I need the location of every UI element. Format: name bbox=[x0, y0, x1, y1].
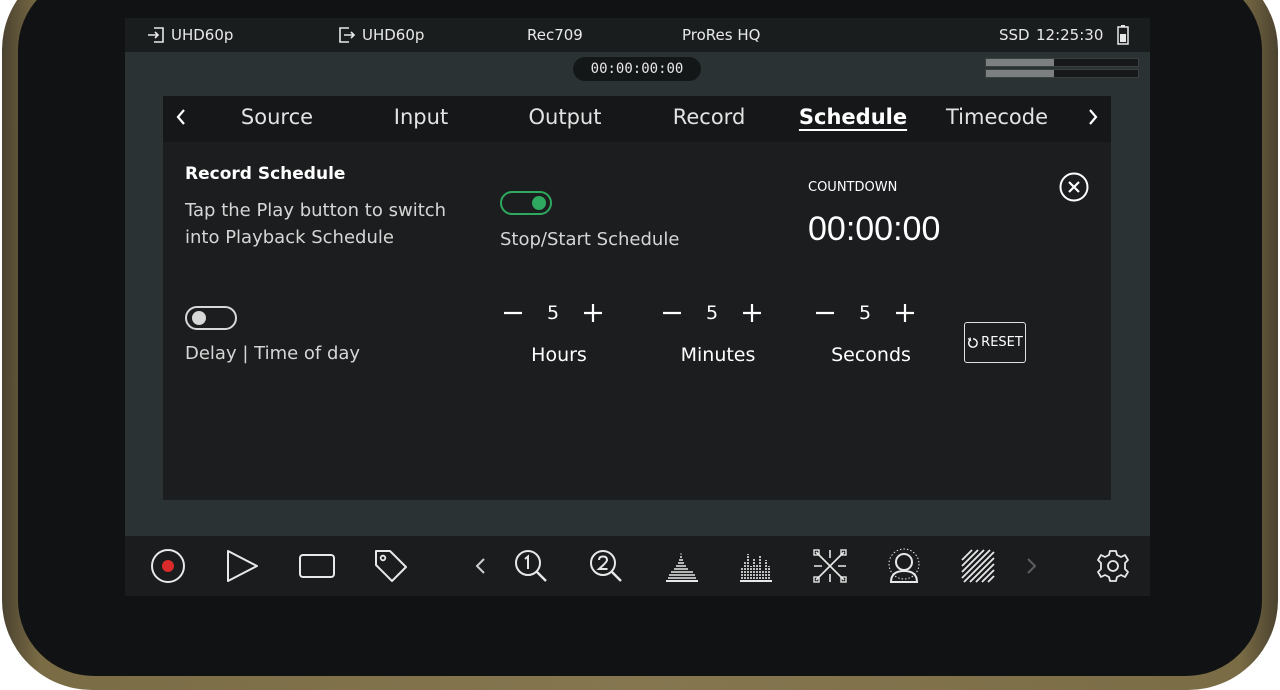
chevron-left-icon bbox=[475, 558, 485, 574]
timecode-display: 00:00:00:00 bbox=[573, 57, 701, 81]
frame-guide-button[interactable] bbox=[299, 548, 335, 584]
tab-record[interactable]: Record bbox=[673, 105, 746, 129]
seconds-label: Seconds bbox=[831, 344, 911, 366]
schedule-description-line1: Tap the Play button to switch bbox=[185, 200, 447, 221]
monitor-screen: UHD60p UHD60p Rec709 ProRes HQ SSD 12:25… bbox=[125, 18, 1150, 596]
hours-increment-button[interactable] bbox=[581, 301, 605, 325]
schedule-panel: Source Input Output Record Schedule Time… bbox=[163, 96, 1111, 500]
schedule-toggle-knob bbox=[532, 196, 546, 210]
clock: 12:25:30 bbox=[1036, 26, 1104, 44]
schedule-description-line2: into Playback Schedule bbox=[185, 227, 394, 248]
zoom-2-icon bbox=[590, 550, 622, 582]
audio-meter-2 bbox=[985, 69, 1139, 78]
codec: ProRes HQ bbox=[682, 26, 761, 44]
reset-icon bbox=[967, 336, 978, 348]
histogram-button[interactable] bbox=[738, 548, 774, 584]
tab-timecode[interactable]: Timecode bbox=[946, 105, 1048, 129]
chevron-right-icon bbox=[1027, 558, 1037, 574]
vectorscope-icon bbox=[813, 549, 847, 583]
minus-icon bbox=[504, 311, 522, 315]
tab-schedule[interactable]: Schedule bbox=[799, 105, 907, 129]
zebra-icon bbox=[961, 549, 995, 583]
toolbar-prev-button[interactable] bbox=[469, 548, 491, 584]
tabs-next-button[interactable] bbox=[1087, 105, 1099, 135]
play-button[interactable] bbox=[224, 548, 260, 584]
minutes-value: 5 bbox=[705, 302, 719, 324]
chevron-left-icon bbox=[176, 109, 185, 125]
output-format-text: UHD60p bbox=[362, 26, 425, 44]
gear-icon bbox=[1097, 550, 1129, 582]
reset-label: RESET bbox=[981, 335, 1023, 350]
color-space: Rec709 bbox=[527, 26, 583, 44]
settings-button[interactable] bbox=[1095, 548, 1131, 584]
input-format: UHD60p bbox=[147, 26, 233, 44]
record-schedule-heading: Record Schedule bbox=[185, 164, 346, 184]
hours-label: Hours bbox=[531, 344, 587, 366]
frame-icon bbox=[299, 554, 335, 578]
tab-source[interactable]: Source bbox=[241, 105, 313, 129]
tab-input[interactable]: Input bbox=[394, 105, 448, 129]
media-type: SSD bbox=[999, 26, 1030, 44]
vectorscope-button[interactable] bbox=[812, 548, 848, 584]
audio-meter-1-level bbox=[986, 59, 1055, 66]
countdown-label: COUNTDOWN bbox=[808, 180, 898, 195]
audio-meter-1 bbox=[985, 58, 1139, 67]
input-icon bbox=[148, 27, 164, 43]
close-icon bbox=[1059, 172, 1089, 202]
output-icon bbox=[339, 27, 356, 43]
schedule-toggle[interactable] bbox=[500, 191, 552, 215]
minutes-decrement-button[interactable] bbox=[660, 301, 684, 325]
seconds-increment-button[interactable] bbox=[893, 301, 917, 325]
output-format: UHD60p bbox=[338, 26, 424, 44]
hours-value: 5 bbox=[546, 302, 560, 324]
minus-icon bbox=[663, 311, 681, 315]
waveform-button[interactable] bbox=[664, 548, 700, 584]
plus-icon bbox=[896, 304, 914, 322]
schedule-toggle-label: Stop/Start Schedule bbox=[500, 229, 680, 250]
delay-toggle[interactable] bbox=[185, 306, 237, 330]
minutes-increment-button[interactable] bbox=[740, 301, 764, 325]
seconds-decrement-button[interactable] bbox=[813, 301, 837, 325]
zoom-1-icon bbox=[515, 550, 547, 582]
toolbar-next-button[interactable] bbox=[1021, 548, 1043, 584]
tab-output[interactable]: Output bbox=[529, 105, 602, 129]
status-bar: UHD60p UHD60p Rec709 ProRes HQ SSD 12:25… bbox=[125, 18, 1150, 52]
plus-icon bbox=[584, 304, 602, 322]
minus-icon bbox=[816, 311, 834, 315]
close-button[interactable] bbox=[1059, 172, 1089, 202]
zebra-button[interactable] bbox=[960, 548, 996, 584]
zoom-1-button[interactable] bbox=[513, 548, 549, 584]
waveform-icon bbox=[666, 553, 698, 582]
play-icon bbox=[227, 550, 258, 582]
skin-tone-button[interactable] bbox=[886, 548, 922, 584]
delay-toggle-knob bbox=[192, 311, 206, 325]
bottom-toolbar bbox=[125, 536, 1150, 596]
tab-bar: Source Input Output Record Schedule Time… bbox=[163, 96, 1111, 142]
minutes-label: Minutes bbox=[680, 344, 756, 366]
skin-tone-icon bbox=[888, 548, 920, 583]
tag-button[interactable] bbox=[373, 548, 409, 584]
seconds-value: 5 bbox=[858, 302, 872, 324]
tag-icon bbox=[375, 550, 407, 582]
hours-decrement-button[interactable] bbox=[501, 301, 525, 325]
tabs-prev-button[interactable] bbox=[175, 105, 187, 135]
countdown-value: 00:00:00 bbox=[808, 210, 941, 248]
reset-button[interactable]: RESET bbox=[964, 322, 1026, 363]
histogram-icon bbox=[740, 554, 772, 582]
plus-icon bbox=[743, 304, 761, 322]
record-button[interactable] bbox=[150, 548, 186, 584]
chevron-right-icon bbox=[1089, 109, 1098, 125]
record-icon bbox=[151, 549, 185, 583]
audio-meter-2-level bbox=[986, 70, 1055, 77]
delay-toggle-label: Delay | Time of day bbox=[185, 343, 361, 364]
zoom-2-button[interactable] bbox=[588, 548, 624, 584]
input-format-text: UHD60p bbox=[171, 26, 234, 44]
battery-icon bbox=[1117, 25, 1129, 45]
